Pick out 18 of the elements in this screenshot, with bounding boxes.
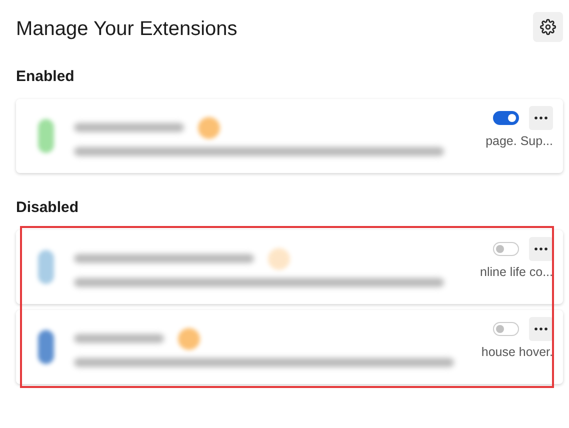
more-button[interactable] — [529, 317, 553, 341]
badge-icon — [198, 116, 220, 138]
badge-icon — [178, 328, 200, 350]
description-text: house hover. — [481, 345, 553, 359]
more-button[interactable] — [529, 237, 553, 261]
section-heading: Enabled — [16, 68, 76, 85]
toggle-switch[interactable] — [493, 111, 519, 125]
settings-button[interactable] — [533, 12, 563, 42]
description-text: page. Sup... — [486, 134, 553, 148]
gear-icon — [540, 19, 556, 35]
page-title: Manage Your Extensions — [16, 18, 238, 40]
section-heading: Disabled — [16, 199, 80, 216]
more-icon — [534, 327, 548, 331]
more-icon — [534, 247, 548, 251]
description-text: nline life co... — [480, 265, 553, 279]
more-icon — [534, 116, 548, 120]
more-button[interactable] — [529, 106, 553, 130]
badge-icon — [268, 248, 290, 270]
